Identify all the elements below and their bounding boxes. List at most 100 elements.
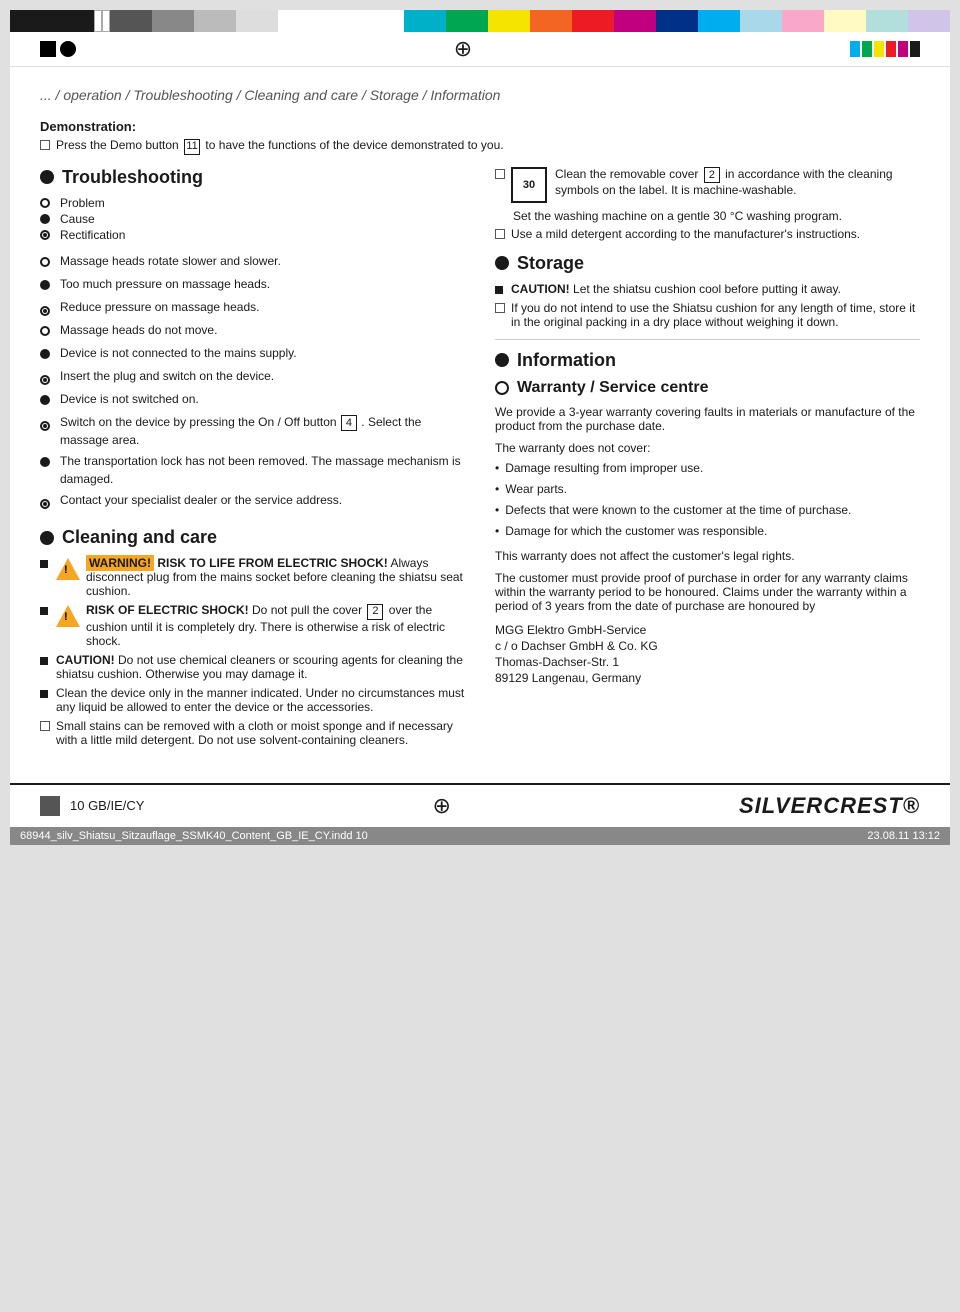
wash-symbol: 30 — [511, 167, 547, 203]
warranty-not-cover: The warranty does not cover: — [495, 441, 920, 455]
company-line3: Thomas-Dachser-Str. 1 — [495, 655, 920, 669]
cleaning-item1: Clean the device only in the manner indi… — [40, 686, 465, 714]
cleaning-section: Cleaning and care ! — [40, 527, 465, 747]
warning1-label: WARNING! — [86, 555, 154, 571]
main-two-col: Troubleshooting Problem Cause — [40, 167, 920, 753]
legend-cause-label: Cause — [60, 212, 95, 226]
checkbox-icon — [40, 721, 50, 731]
reg-marks-row: ⊕ — [10, 32, 950, 67]
open-bullet-warranty — [495, 381, 509, 395]
section-bullet — [495, 256, 509, 270]
sq-bullet — [40, 690, 48, 698]
information-section: Information Warranty / Service centre We… — [495, 350, 920, 686]
sq-bullet — [40, 607, 48, 615]
trouble-text-1: Massage heads rotate slower and slower. — [60, 252, 281, 270]
sq-bullet — [40, 657, 48, 665]
circle-bullet — [40, 375, 50, 385]
bottom-bar-left: 68944_silv_Shiatsu_Sitzauflage_SSMK40_Co… — [20, 830, 368, 842]
legend-circle-bullet — [40, 230, 50, 240]
cleaning-item2-text: Small stains can be removed with a cloth… — [56, 719, 465, 747]
wash-text3: Set the washing machine on a gentle 30 °… — [513, 209, 920, 223]
trouble-item-10: Contact your specialist dealer or the se… — [40, 491, 465, 511]
footer-box — [40, 796, 60, 816]
section-bullet — [40, 170, 54, 184]
wash-mild-text: Use a mild detergent according to the ma… — [511, 227, 860, 241]
page-wrapper: ⊕ ... / operation / Troubleshooting / Cl… — [10, 10, 950, 845]
trouble-text-4: Massage heads do not move. — [60, 321, 217, 339]
warning1-bold: RISK TO LIFE FROM ELECTRIC SHOCK! — [157, 556, 387, 570]
open-bullet — [40, 257, 50, 267]
page-content: ... / operation / Troubleshooting / Clea… — [10, 67, 950, 773]
filled-bullet — [40, 280, 50, 290]
storage-caution-bold: CAUTION! — [511, 282, 570, 296]
warranty-item-2: Wear parts. — [495, 480, 920, 499]
warranty-title-row: Warranty / Service centre — [495, 379, 920, 397]
left-column: Troubleshooting Problem Cause — [40, 167, 465, 753]
information-title: Information — [495, 350, 920, 371]
company-line4: 89129 Langenau, Germany — [495, 671, 920, 685]
warranty-item-3: Defects that were known to the customer … — [495, 501, 920, 520]
cleaning-item2: Small stains can be removed with a cloth… — [40, 719, 465, 747]
legend-problem: Problem — [40, 196, 465, 210]
wash-mild-row: Use a mild detergent according to the ma… — [495, 227, 920, 241]
sq-bullet — [40, 560, 48, 568]
checkbox-icon — [495, 229, 505, 239]
wash-checkbox — [495, 169, 505, 179]
trouble-item-5: Device is not connected to the mains sup… — [40, 344, 465, 364]
trouble-text-6: Insert the plug and switch on the device… — [60, 367, 274, 385]
sq-bullet — [495, 286, 503, 294]
warranty-list: Damage resulting from improper use. Wear… — [495, 459, 920, 542]
bottom-bar-right: 23.08.11 13:12 — [867, 830, 940, 842]
footer-page-number: 10 GB/IE/CY — [70, 798, 144, 813]
demo-section: Demonstration: Press the Demo button 11 … — [40, 119, 920, 155]
trouble-item-1: Massage heads rotate slower and slower. — [40, 252, 465, 272]
circle-bullet — [40, 306, 50, 316]
company-name: MGG Elektro GmbH-Service — [495, 623, 920, 637]
storage-checkbox-item: If you do not intend to use the Shiatsu … — [495, 301, 920, 329]
legend-open-bullet — [40, 198, 50, 208]
warranty-intro: We provide a 3-year warranty covering fa… — [495, 405, 920, 433]
storage-checkbox-text: If you do not intend to use the Shiatsu … — [511, 301, 920, 329]
trouble-item-6: Insert the plug and switch on the device… — [40, 367, 465, 387]
trouble-item-7: Device is not switched on. — [40, 390, 465, 410]
trouble-text-2: Too much pressure on massage heads. — [60, 275, 270, 293]
trouble-item-3: Reduce pressure on massage heads. — [40, 298, 465, 318]
cleaning-warning-2: ! RISK OF ELECTRIC SHOCK! Do not pull th… — [40, 603, 465, 648]
brand-logo: SILVERCREST® — [739, 793, 920, 819]
trouble-list: Massage heads rotate slower and slower. … — [40, 252, 465, 512]
trouble-num-4: 4 — [341, 415, 357, 431]
storage-caution-text: Let the shiatsu cushion cool before putt… — [573, 282, 841, 296]
warning2-text: Do not pull the cover — [252, 603, 362, 617]
cleaning-warning-1: ! WARNING! RISK TO LIFE FROM ELECTRIC SH… — [40, 556, 465, 598]
legend-cause: Cause — [40, 212, 465, 226]
trouble-item-9: The transportation lock has not been rem… — [40, 452, 465, 488]
legend-problem-label: Problem — [60, 196, 105, 210]
cleaning-item1-text: Clean the device only in the manner indi… — [56, 686, 465, 714]
demo-num: 11 — [184, 139, 200, 155]
warning2-bold: RISK OF ELECTRIC SHOCK! — [86, 603, 249, 617]
wash-text: Clean the removable cover 2 in accordanc… — [555, 167, 920, 198]
filled-bullet — [40, 457, 50, 467]
troubleshooting-legend: Problem Cause Rectification — [40, 196, 465, 242]
demo-title: Demonstration: — [40, 119, 920, 134]
legend-rect-label: Rectification — [60, 228, 125, 242]
wash-checkbox-row: 30 Clean the removable cover 2 in accord… — [495, 167, 920, 203]
trouble-text-8: Switch on the device by pressing the On … — [60, 413, 465, 450]
section-bullet — [40, 531, 54, 545]
troubleshooting-section: Troubleshooting Problem Cause — [40, 167, 465, 512]
color-bar-top — [10, 10, 950, 32]
trouble-text-7: Device is not switched on. — [60, 390, 199, 408]
storage-title: Storage — [495, 253, 920, 274]
legend-rectification: Rectification — [40, 228, 465, 242]
wash-section: 30 Clean the removable cover 2 in accord… — [495, 167, 920, 241]
cleaning-title: Cleaning and care — [40, 527, 465, 548]
warranty-title: Warranty / Service centre — [517, 379, 709, 397]
trouble-item-8: Switch on the device by pressing the On … — [40, 413, 465, 450]
trouble-text-3: Reduce pressure on massage heads. — [60, 298, 259, 316]
wash-num: 2 — [704, 167, 720, 183]
filled-bullet — [40, 395, 50, 405]
troubleshooting-title: Troubleshooting — [40, 167, 465, 188]
warning2-num: 2 — [367, 604, 383, 620]
section-bullet — [495, 353, 509, 367]
warranty-proof: The customer must provide proof of purch… — [495, 571, 920, 613]
